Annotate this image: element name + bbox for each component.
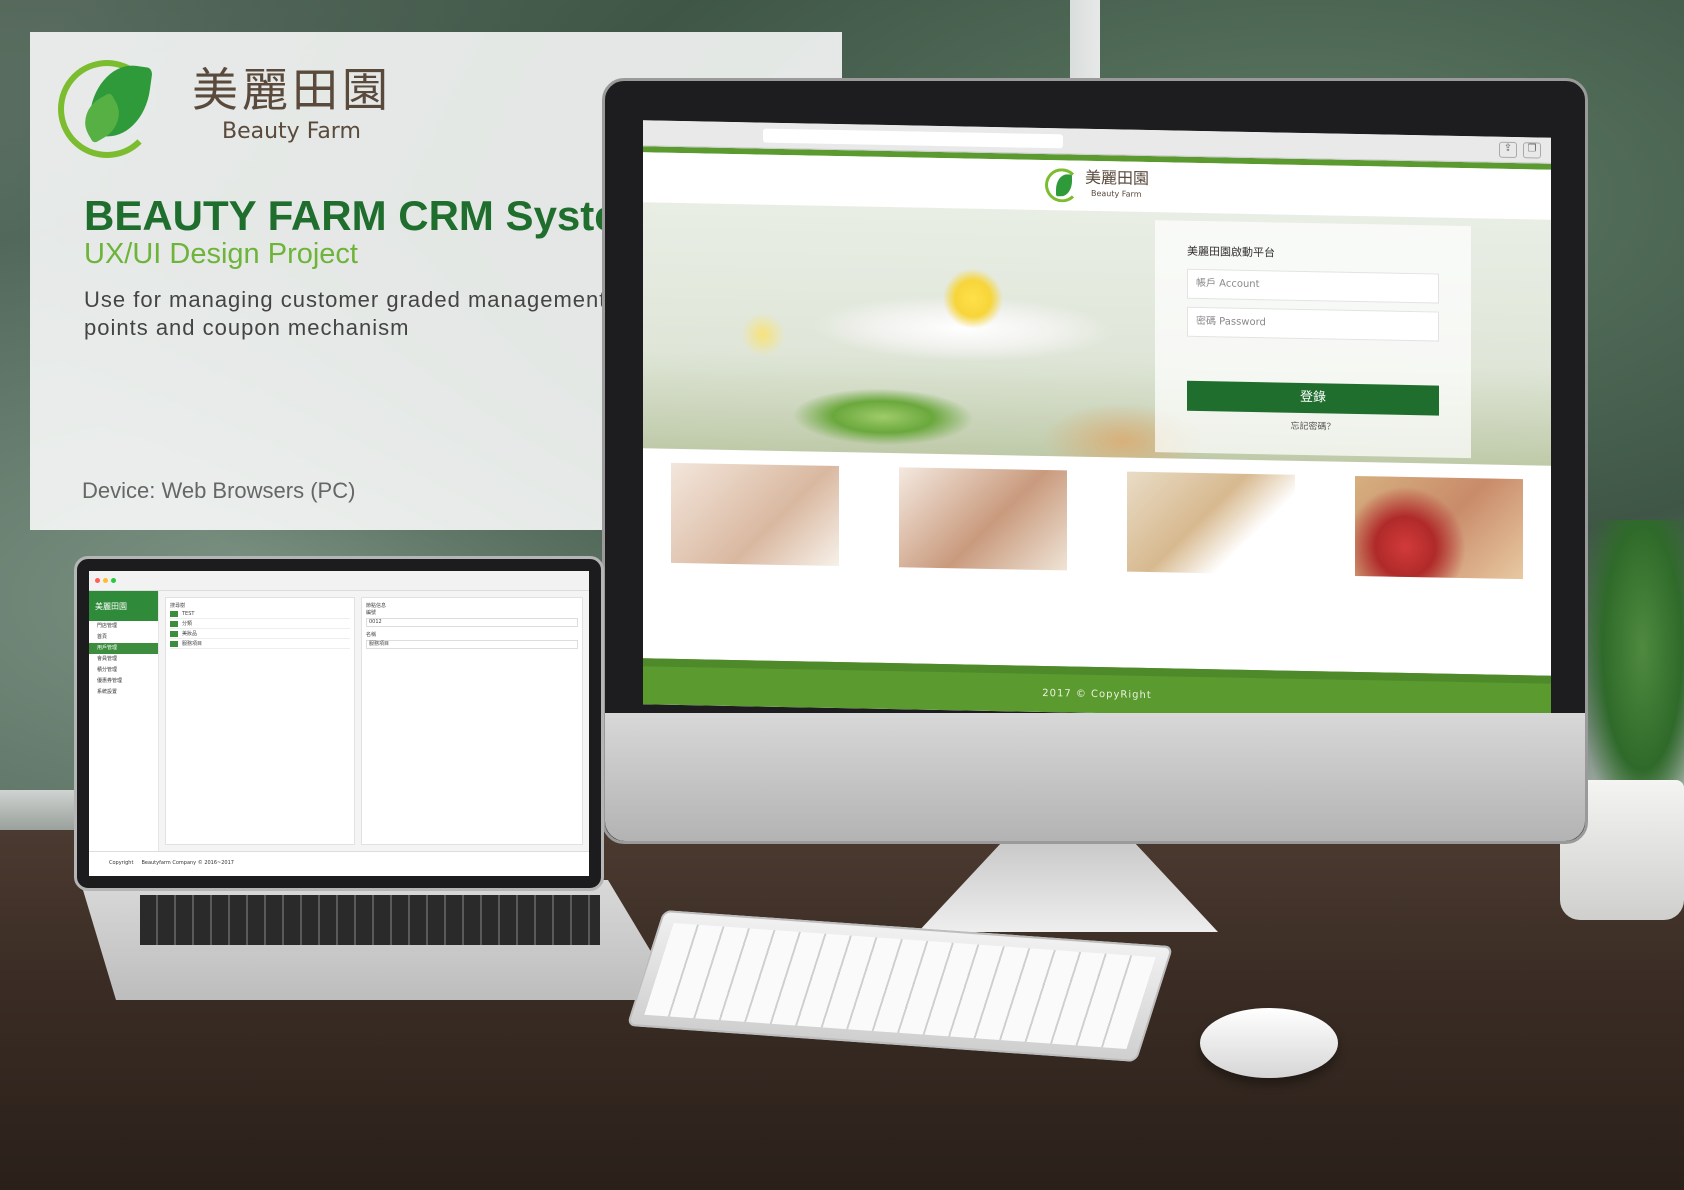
- spa-gallery: [643, 448, 1551, 583]
- logo-english-text: Beauty Farm: [222, 118, 361, 144]
- imac-chin: [605, 713, 1585, 841]
- address-bar[interactable]: [763, 128, 1063, 149]
- tabs-icon[interactable]: ❐: [1523, 142, 1541, 159]
- login-card: 美麗田園啟動平台 帳戶 Account 密碼 Password 登錄 忘記密碼？: [1155, 220, 1471, 459]
- crm-app: 美麗田園 門店管理 首頁 用戶管理 會員管理 積分管理 優惠券管理 系統設置 搜…: [89, 591, 589, 851]
- field-label: 名稱: [366, 632, 377, 638]
- footer-company: Beautyfarm Company © 2016~2017: [141, 859, 234, 866]
- app-brand: 美麗田園: [89, 591, 158, 621]
- magic-mouse: [1200, 1008, 1338, 1078]
- sidebar-item-coupons[interactable]: 優惠券管理: [89, 676, 158, 687]
- hero-banner: 美麗田園啟動平台 帳戶 Account 密碼 Password 登錄 忘記密碼？: [643, 202, 1551, 466]
- sidebar-item-store[interactable]: 門店管理: [89, 621, 158, 632]
- laptop-screen: 美麗田園 門店管理 首頁 用戶管理 會員管理 積分管理 優惠券管理 系統設置 搜…: [89, 571, 589, 876]
- tree-row[interactable]: 服務項目: [170, 639, 350, 649]
- app-footer: Copyright Beautyfarm Company © 2016~2017: [89, 851, 589, 873]
- sidebar-item-members[interactable]: 會員管理: [89, 654, 158, 665]
- gallery-image-flower-bath[interactable]: [1355, 475, 1523, 580]
- site-logo-cn: 美麗田園: [1084, 167, 1149, 188]
- account-input[interactable]: 帳戶 Account: [1187, 268, 1439, 304]
- minimize-icon[interactable]: [103, 578, 108, 583]
- field-label: 編號: [366, 610, 377, 616]
- sidebar-item-home[interactable]: 首頁: [89, 632, 158, 643]
- tree-row[interactable]: 美妝品: [170, 629, 350, 639]
- maximize-icon[interactable]: [111, 578, 116, 583]
- folder-icon: [170, 620, 178, 627]
- tree-panel: 搜尋樹 TEST 分類 美妝品 服務項目: [165, 597, 355, 845]
- sidebar-item-settings[interactable]: 系統設置: [89, 687, 158, 698]
- detail-panel: 節點信息 編號 0012 名稱 服務項目: [361, 597, 583, 845]
- sidebar-item-points[interactable]: 積分管理: [89, 665, 158, 676]
- laptop: 美麗田園 門店管理 首頁 用戶管理 會員管理 積分管理 優惠券管理 系統設置 搜…: [74, 556, 604, 891]
- imac: ⇪ ❐ 美麗田園 Beauty Farm 美麗田園啟動平台 帳戶 Account…: [602, 78, 1588, 844]
- device-label: Device: Web Browsers (PC): [82, 478, 356, 503]
- tree-panel-title: 搜尋樹: [170, 603, 186, 609]
- close-icon[interactable]: [95, 578, 100, 583]
- site-logo[interactable]: 美麗田園 Beauty Farm: [1044, 167, 1149, 204]
- login-title: 美麗田園啟動平台: [1187, 244, 1275, 260]
- logo-chinese-text: 美麗田園: [192, 62, 392, 117]
- share-icon[interactable]: ⇪: [1499, 141, 1517, 159]
- project-title: BEAUTY FARM CRM System: [84, 192, 655, 239]
- gallery-image-treatment[interactable]: [1127, 471, 1295, 575]
- project-subtitle: UX/UI Design Project: [84, 238, 358, 270]
- imac-screen: ⇪ ❐ 美麗田園 Beauty Farm 美麗田園啟動平台 帳戶 Account…: [643, 120, 1551, 722]
- gallery-image-massage[interactable]: [899, 467, 1067, 571]
- leaf-logo-icon: [1044, 168, 1079, 203]
- app-window-bar: [89, 571, 589, 591]
- forgot-password-link[interactable]: 忘記密碼？: [1187, 417, 1439, 435]
- sidebar-item-users[interactable]: 用戶管理: [89, 643, 158, 654]
- tree-row[interactable]: 分類: [170, 619, 350, 629]
- brand-logo: 美麗田園 Beauty Farm: [58, 54, 392, 158]
- folder-icon: [170, 630, 178, 637]
- gallery-image-facial[interactable]: [671, 462, 839, 567]
- password-input[interactable]: 密碼 Password: [1187, 306, 1439, 342]
- app-main: 搜尋樹 TEST 分類 美妝品 服務項目 節點信息 編號 0012 名稱 服務項…: [159, 591, 589, 851]
- site-logo-en: Beauty Farm: [1090, 188, 1142, 199]
- tree-row[interactable]: TEST: [170, 609, 350, 619]
- login-button[interactable]: 登錄: [1187, 380, 1439, 416]
- folder-icon: [170, 640, 178, 647]
- app-sidebar: 美麗田園 門店管理 首頁 用戶管理 會員管理 積分管理 優惠券管理 系統設置: [89, 591, 159, 851]
- name-field[interactable]: 服務項目: [366, 640, 578, 649]
- laptop-keyboard: [140, 895, 600, 945]
- leaf-logo-icon: [58, 54, 178, 158]
- folder-icon: [170, 610, 178, 617]
- detail-panel-title: 節點信息: [366, 603, 387, 609]
- footer-copyright: Copyright: [109, 859, 134, 866]
- code-field[interactable]: 0012: [366, 618, 578, 627]
